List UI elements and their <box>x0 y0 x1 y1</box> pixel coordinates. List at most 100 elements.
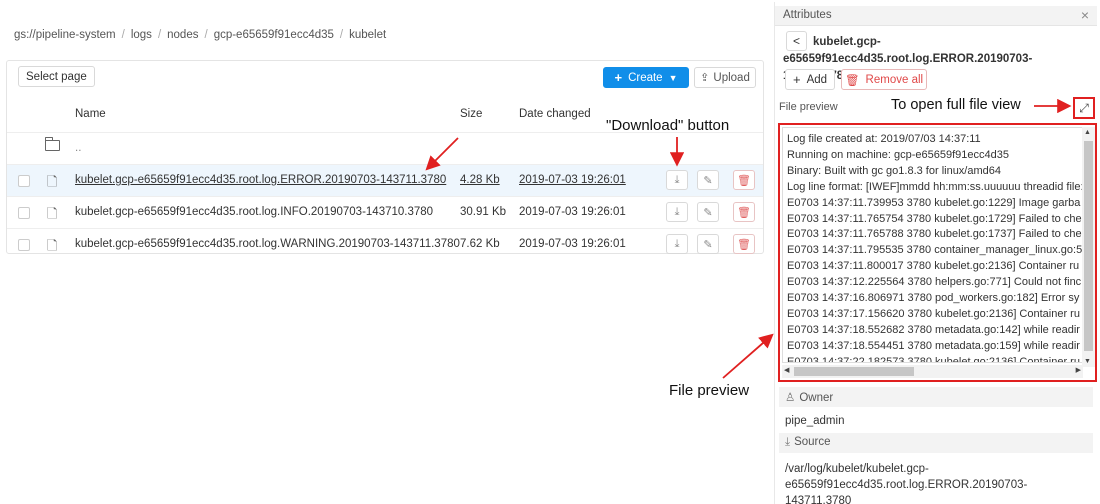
select-page-button[interactable]: Select page <box>18 66 95 87</box>
file-date: 2019-07-03 19:26:01 <box>519 206 626 218</box>
log-line: Log file created at: 2019/07/03 14:37:11 <box>787 133 981 145</box>
owner-value: pipe_admin <box>785 415 845 427</box>
log-line: E0703 14:37:11.765754 3780 kubelet.go:17… <box>787 212 1082 225</box>
arrow-to-preview <box>722 333 774 379</box>
rename-button[interactable]: ✎ <box>697 202 719 222</box>
breadcrumb-item-node[interactable]: gcp-e65659f91ecc4d35 <box>214 29 334 41</box>
breadcrumb: gs://pipeline-system / logs / nodes / gcp-e656… <box>14 29 386 41</box>
parent-folder-link[interactable]: .. <box>75 142 81 154</box>
delete-button[interactable]: 🗑 <box>733 202 755 222</box>
file-name-link[interactable]: kubelet.gcp-e65659f91ecc4d35.root.log.ER… <box>75 174 446 186</box>
upload-icon: ⇪ <box>700 72 710 84</box>
file-date: 2019-07-03 19:26:01 <box>519 174 626 186</box>
log-line: E0703 14:37:11.795535 3780 container_man… <box>787 244 1083 257</box>
file-preview-label: File preview <box>779 101 838 113</box>
back-button[interactable]: < <box>786 31 807 51</box>
horizontal-scroll-thumb[interactable] <box>794 367 914 376</box>
download-icon: ⤓ <box>674 237 680 250</box>
scroll-up-icon[interactable]: ▲ <box>1084 129 1091 136</box>
attributes-title: Attributes <box>783 9 832 21</box>
log-line: E0703 14:37:12.225564 3780 helpers.go:77… <box>787 276 1082 289</box>
column-header-name[interactable]: Name <box>75 108 106 120</box>
pencil-icon: ✎ <box>703 206 713 219</box>
delete-button[interactable]: 🗑 <box>733 234 755 254</box>
folder-icon <box>45 137 60 151</box>
attributes-header: Attributes × <box>775 6 1097 26</box>
rename-button[interactable]: ✎ <box>697 170 719 190</box>
annotation-download-label: "Download" button <box>606 117 730 134</box>
log-line: Running on machine: gcp-e65659f91ecc4d35 <box>787 148 1009 161</box>
download-icon: ⤓ <box>674 173 680 186</box>
row-checkbox[interactable] <box>18 239 30 251</box>
table-row[interactable]: 🗋 kubelet.gcp-e65659f91ecc4d35.root.log.… <box>7 165 763 197</box>
scroll-down-icon[interactable]: ▼ <box>1084 358 1091 365</box>
table-row[interactable]: 🗋 kubelet.gcp-e65659f91ecc4d35.root.log.… <box>7 229 763 261</box>
create-label: Create <box>628 71 663 84</box>
trash-icon: 🗑 <box>737 206 751 219</box>
file-name-link[interactable]: kubelet.gcp-e65659f91ecc4d35.root.log.IN… <box>75 206 433 218</box>
chevron-down-icon: ▼ <box>668 72 678 83</box>
log-line: Binary: Built with gc go1.8.3 for linux/… <box>787 164 1002 177</box>
row-checkbox[interactable] <box>18 175 30 187</box>
expand-preview-button[interactable]: ⤢ <box>1073 97 1095 119</box>
upload-label: Upload <box>713 71 750 84</box>
trash-icon: 🗑 <box>737 238 751 251</box>
file-icon: 🗋 <box>47 238 58 253</box>
rename-button[interactable]: ✎ <box>697 234 719 254</box>
user-icon: ♙ <box>785 392 796 404</box>
scroll-left-icon[interactable]: ◀ <box>784 366 789 374</box>
log-text: Log file created at: 2019/07/03 14:37:11… <box>787 132 1083 362</box>
scroll-right-icon[interactable]: ▶ <box>1076 366 1081 374</box>
column-header-date[interactable]: Date changed <box>519 108 591 120</box>
log-line: E0703 14:37:11.800017 3780 kubelet.go:21… <box>787 260 1080 273</box>
add-attribute-button[interactable]: + Add <box>785 69 835 90</box>
trash-icon: 🗑 <box>844 74 860 87</box>
pencil-icon: ✎ <box>703 238 713 251</box>
file-icon: 🗋 <box>47 206 58 221</box>
table-row-parent[interactable]: .. <box>7 133 763 165</box>
column-header-size[interactable]: Size <box>460 108 482 120</box>
download-icon: ⤓ <box>785 436 791 448</box>
breadcrumb-item-logs[interactable]: logs <box>131 29 152 41</box>
source-section-header: ⤓ Source <box>779 433 1093 453</box>
breadcrumb-item-kubelet[interactable]: kubelet <box>349 29 386 41</box>
owner-section-header: ♙ Owner <box>779 387 1093 407</box>
vertical-scrollbar[interactable]: ▲ ▼ <box>1082 127 1095 367</box>
row-checkbox[interactable] <box>18 207 30 219</box>
file-size: 7.62 Kb <box>460 238 500 250</box>
file-preview-content[interactable]: Log file created at: 2019/07/03 14:37:11… <box>782 127 1083 363</box>
log-line: E0703 14:37:18.552682 3780 metadata.go:1… <box>787 323 1080 336</box>
remove-all-label: Remove all <box>865 73 924 86</box>
trash-icon: 🗑 <box>737 174 751 187</box>
file-date: 2019-07-03 19:26:01 <box>519 238 626 250</box>
remove-all-button[interactable]: 🗑 Remove all <box>841 69 927 90</box>
download-button[interactable]: ⤓ <box>666 170 688 190</box>
upload-button[interactable]: ⇪ Upload <box>694 67 756 88</box>
log-line: Log line format: [IWEF]mmdd hh:mm:ss.uuu… <box>787 180 1083 193</box>
file-size: 4.28 Kb <box>460 174 500 186</box>
download-button[interactable]: ⤓ <box>666 234 688 254</box>
close-icon[interactable]: × <box>1081 7 1089 23</box>
pencil-icon: ✎ <box>703 174 713 187</box>
create-button[interactable]: + Create ▼ <box>603 67 689 88</box>
breadcrumb-separator: / <box>121 29 125 41</box>
attributes-panel: Attributes × kubelet.gcp-e65659f91ecc4d3… <box>774 2 1097 504</box>
plus-icon: + <box>792 72 801 87</box>
file-name-link[interactable]: kubelet.gcp-e65659f91ecc4d35.root.log.WA… <box>75 238 460 250</box>
annotation-preview-label: File preview <box>669 382 750 399</box>
table-row[interactable]: 🗋 kubelet.gcp-e65659f91ecc4d35.root.log.… <box>7 197 763 229</box>
download-button[interactable]: ⤓ <box>666 202 688 222</box>
source-label: Source <box>794 436 831 448</box>
breadcrumb-separator: / <box>339 29 344 41</box>
breadcrumb-separator: / <box>157 29 162 41</box>
breadcrumb-item-bucket[interactable]: gs://pipeline-system <box>14 29 116 41</box>
file-size: 30.91 Kb <box>460 206 507 218</box>
log-line: E0703 14:37:11.739953 3780 kubelet.go:12… <box>787 196 1081 209</box>
source-value: /var/log/kubelet/kubelet.gcp-e65659f91ec… <box>785 463 1028 504</box>
breadcrumb-separator: / <box>204 29 208 41</box>
delete-button[interactable]: 🗑 <box>733 170 755 190</box>
vertical-scroll-thumb[interactable] <box>1084 141 1093 351</box>
log-line: E0703 14:37:16.806971 3780 pod_workers.g… <box>787 292 1080 305</box>
horizontal-scrollbar[interactable]: ◀ ▶ <box>782 365 1083 378</box>
breadcrumb-item-nodes[interactable]: nodes <box>167 29 198 41</box>
